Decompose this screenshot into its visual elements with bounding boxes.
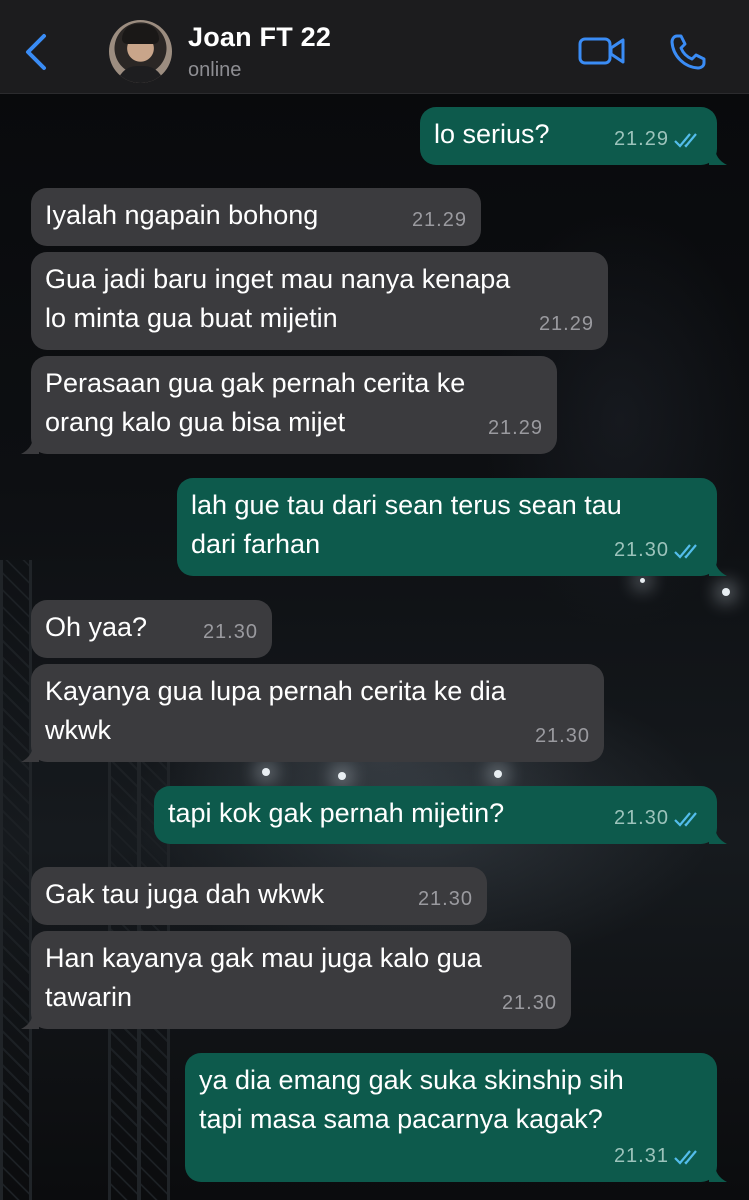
- message-text: Kayanya gua lupa pernah cerita ke dia wk…: [45, 676, 506, 745]
- stage-light: [262, 768, 270, 776]
- message-incoming[interactable]: Gua jadi baru inget mau nanya kenapa lo …: [31, 252, 608, 350]
- message-time: 21.30: [202, 621, 258, 643]
- message-text: Iyalah ngapain bohong: [45, 200, 319, 230]
- chat-header: Joan FT 22 online: [0, 0, 749, 94]
- bubble-tail: [709, 1164, 727, 1182]
- message-incoming[interactable]: Han kayanya gak mau juga kalo gua tawari…: [21, 931, 571, 1029]
- message-meta: 21.30: [535, 717, 590, 756]
- message-text: ya dia emang gak suka skinship sih tapi …: [199, 1065, 624, 1134]
- double-check-icon: [674, 543, 697, 559]
- message-incoming[interactable]: Gak tau juga dah wkwk 21.30: [31, 867, 487, 925]
- message-text: Gua jadi baru inget mau nanya kenapa lo …: [45, 264, 511, 333]
- message-time: 21.30: [534, 725, 590, 747]
- stage-truss-far-left: [0, 560, 32, 1200]
- message-meta: 21.29: [539, 305, 594, 344]
- message-meta: 21.29: [488, 409, 543, 448]
- message-meta: 21.31: [614, 1137, 703, 1176]
- message-outgoing[interactable]: ya dia emang gak suka skinship sih tapi …: [185, 1053, 727, 1182]
- message-time: 21.30: [613, 807, 669, 829]
- message-outgoing[interactable]: tapi kok gak pernah mijetin? 21.30: [154, 786, 727, 844]
- bubble-tail: [709, 826, 727, 844]
- message-outgoing[interactable]: lo serius? 21.29: [420, 107, 727, 165]
- message-meta: 21.30: [614, 799, 703, 838]
- contact-status: online: [188, 59, 242, 81]
- phone-icon[interactable]: [668, 32, 708, 72]
- message-time: 21.30: [613, 539, 669, 561]
- message-text: Han kayanya gak mau juga kalo gua tawari…: [45, 943, 482, 1012]
- bubble-tail: [709, 147, 727, 165]
- message-incoming[interactable]: Perasaan gua gak pernah cerita ke orang …: [21, 356, 557, 454]
- double-check-icon: [674, 811, 697, 827]
- message-meta: 21.29: [614, 120, 703, 159]
- message-meta: 21.30: [614, 531, 703, 570]
- message-text: Gak tau juga dah wkwk: [45, 879, 325, 909]
- message-time: 21.29: [411, 209, 467, 231]
- video-camera-icon[interactable]: [578, 34, 626, 68]
- message-incoming[interactable]: Kayanya gua lupa pernah cerita ke dia wk…: [21, 664, 604, 762]
- message-meta: 21.30: [418, 880, 473, 919]
- message-time: 21.30: [501, 992, 557, 1014]
- stage-light: [338, 772, 346, 780]
- message-time: 21.29: [487, 417, 543, 439]
- bubble-tail: [709, 558, 727, 576]
- avatar[interactable]: [109, 20, 172, 83]
- message-meta: 21.29: [412, 201, 467, 240]
- double-check-icon: [674, 1149, 697, 1165]
- message-text: Perasaan gua gak pernah cerita ke orang …: [45, 368, 466, 437]
- bubble-tail: [21, 1011, 39, 1029]
- double-check-icon: [674, 132, 697, 148]
- stage-light: [722, 588, 730, 596]
- message-time: 21.29: [613, 128, 669, 150]
- message-incoming[interactable]: Oh yaa? 21.30: [31, 600, 272, 658]
- message-time: 21.31: [613, 1145, 669, 1167]
- message-time: 21.30: [417, 888, 473, 910]
- stage-light: [640, 578, 645, 583]
- chevron-left-icon[interactable]: [20, 30, 52, 74]
- message-incoming[interactable]: Iyalah ngapain bohong 21.29: [31, 188, 481, 246]
- contact-name[interactable]: Joan FT 22: [188, 22, 331, 53]
- message-time: 21.29: [538, 313, 594, 335]
- bubble-tail: [21, 436, 39, 454]
- stage-light: [494, 770, 502, 778]
- bubble-tail: [21, 744, 39, 762]
- message-outgoing[interactable]: lah gue tau dari sean terus sean tau dar…: [177, 478, 727, 576]
- message-meta: 21.30: [203, 613, 258, 652]
- message-meta: 21.30: [502, 984, 557, 1023]
